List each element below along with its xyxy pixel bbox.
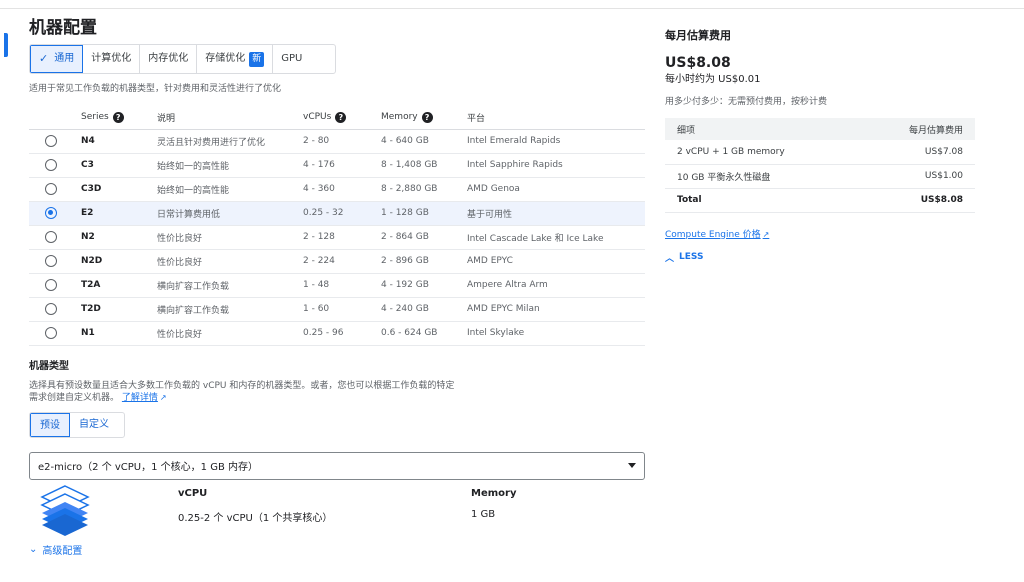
table-row[interactable]: T2D 横向扩容工作负载 1 - 60 4 - 240 GB AMD EPYC … bbox=[29, 297, 645, 322]
page-title: 机器配置 bbox=[29, 18, 97, 38]
table-row: 10 GB 平衡永久性磁盘 US$1.00 bbox=[665, 164, 975, 189]
header-item: 细项 bbox=[665, 118, 860, 140]
radio-button[interactable] bbox=[45, 255, 57, 267]
tab-compute-optimized[interactable]: 计算优化 bbox=[83, 45, 141, 73]
machine-config-section: 机器配置 ✓ 通用 计算优化 内存优化 存储优化 新 GPU 适用于常见工作负载… bbox=[29, 16, 645, 557]
table-row[interactable]: N1 性价比良好 0.25 - 96 0.6 - 624 GB Intel Sk… bbox=[29, 321, 645, 346]
machine-family-tabs: ✓ 通用 计算优化 内存优化 存储优化 新 GPU bbox=[29, 44, 336, 74]
tab-gpu[interactable]: GPU bbox=[273, 45, 310, 73]
cost-breakdown-table: 细项 每月估算费用 2 vCPU + 1 GB memory US$7.08 1… bbox=[665, 118, 975, 213]
machine-type-description: 选择具有预设数量且适合大多数工作负载的 vCPU 和内存的机器类型。或者，您也可… bbox=[29, 380, 455, 403]
layers-stack-icon bbox=[40, 484, 90, 536]
new-badge: 新 bbox=[249, 51, 265, 67]
nav-active-marker bbox=[4, 33, 8, 57]
series-table: Series? 说明 vCPUs? Memory? 平台 N4 灵活且针对费用进… bbox=[29, 106, 645, 346]
radio-button[interactable] bbox=[45, 303, 57, 315]
radio-button[interactable] bbox=[45, 279, 57, 291]
machine-type-mode-toggle: 预设 自定义 bbox=[29, 411, 125, 438]
table-row[interactable]: N2D 性价比良好 2 - 224 2 - 896 GB AMD EPYC bbox=[29, 249, 645, 274]
table-row[interactable]: C3 始终如一的高性能 4 - 176 8 - 1,408 GB Intel S… bbox=[29, 153, 645, 178]
machine-type-title: 机器类型 bbox=[29, 360, 69, 372]
table-row[interactable]: N4 灵活且针对费用进行了优化 2 - 80 4 - 640 GB Intel … bbox=[29, 129, 645, 154]
table-row-selected[interactable]: E2 日常计算费用低 0.25 - 32 1 - 128 GB 基于可用性 bbox=[29, 201, 645, 226]
check-icon: ✓ bbox=[39, 52, 49, 65]
less-toggle[interactable]: ︿ LESS bbox=[665, 251, 975, 264]
radio-button[interactable] bbox=[45, 159, 57, 171]
spec-vcpu-label: vCPU bbox=[178, 487, 208, 499]
help-icon[interactable]: ? bbox=[421, 111, 433, 123]
cost-estimate-panel: 每月估算费用 US$8.08 每小时约为 US$0.01 用多少付多少：无需预付… bbox=[665, 28, 975, 264]
header-monthly-cost: 每月估算费用 bbox=[859, 118, 975, 140]
machine-type-selected-value: e2-micro（2 个 vCPU，1 个核心，1 GB 内存） bbox=[38, 462, 258, 473]
tab-general[interactable]: ✓ 通用 bbox=[30, 45, 84, 73]
radio-button[interactable] bbox=[45, 327, 57, 339]
table-row[interactable]: N2 性价比良好 2 - 128 2 - 864 GB Intel Cascad… bbox=[29, 225, 645, 250]
header-memory: Memory? bbox=[381, 106, 467, 130]
tab-memory-optimized[interactable]: 内存优化 bbox=[140, 45, 198, 73]
external-link-icon: ↗ bbox=[159, 392, 167, 402]
radio-button[interactable] bbox=[45, 183, 57, 195]
advanced-config-toggle[interactable]: ⌄ 高级配置 bbox=[29, 542, 645, 557]
spec-memory-label: Memory bbox=[471, 487, 517, 499]
header-description: 说明 bbox=[157, 106, 303, 130]
radio-button[interactable] bbox=[45, 135, 57, 147]
tab-description: 适用于常见工作负载的机器类型，针对费用和灵活性进行了优化 bbox=[29, 84, 282, 94]
table-row[interactable]: T2A 横向扩容工作负载 1 - 48 4 - 192 GB Ampere Al… bbox=[29, 273, 645, 298]
header-platform: 平台 bbox=[467, 106, 645, 130]
radio-button[interactable] bbox=[45, 231, 57, 243]
machine-type-select[interactable]: e2-micro（2 个 vCPU，1 个核心，1 GB 内存） bbox=[29, 451, 645, 480]
monthly-cost-amount: US$8.08 bbox=[665, 55, 731, 71]
table-row[interactable]: C3D 始终如一的高性能 4 - 360 8 - 2,880 GB AMD Ge… bbox=[29, 177, 645, 202]
mode-preset-button[interactable]: 预设 bbox=[30, 412, 70, 437]
spec-vcpu-value: 0.25-2 个 vCPU（1 个共享核心） bbox=[178, 512, 333, 524]
radio-button-selected[interactable] bbox=[45, 207, 57, 219]
learn-more-link[interactable]: 了解详情 bbox=[122, 393, 158, 403]
series-table-header: Series? 说明 vCPUs? Memory? 平台 bbox=[29, 106, 645, 130]
hourly-cost: 每小时约为 US$0.01 bbox=[665, 74, 761, 85]
header-vcpus: vCPUs? bbox=[303, 106, 381, 130]
help-icon[interactable]: ? bbox=[335, 111, 347, 123]
total-row: Total US$8.08 bbox=[665, 188, 975, 213]
external-link-icon: ↗ bbox=[762, 229, 770, 239]
header-series: Series? bbox=[81, 106, 157, 130]
top-divider bbox=[0, 8, 1024, 9]
chevron-up-icon: ︿ bbox=[665, 253, 675, 264]
spec-memory-value: 1 GB bbox=[471, 508, 496, 520]
billing-note: 用多少付多少：无需预付费用，按秒计费 bbox=[665, 97, 828, 107]
tab-storage-optimized[interactable]: 存储优化 新 bbox=[197, 45, 274, 73]
machine-spec-summary: vCPU 0.25-2 个 vCPU（1 个共享核心） Memory 1 GB bbox=[29, 482, 645, 540]
pricing-link[interactable]: Compute Engine 价格 ↗ bbox=[665, 229, 975, 241]
chevron-down-icon: ⌄ bbox=[29, 543, 38, 555]
mode-custom-button[interactable]: 自定义 bbox=[70, 413, 118, 437]
dropdown-arrow-icon bbox=[628, 463, 636, 468]
table-row: 2 vCPU + 1 GB memory US$7.08 bbox=[665, 140, 975, 165]
help-icon[interactable]: ? bbox=[112, 111, 124, 123]
cost-title: 每月估算费用 bbox=[665, 29, 731, 42]
